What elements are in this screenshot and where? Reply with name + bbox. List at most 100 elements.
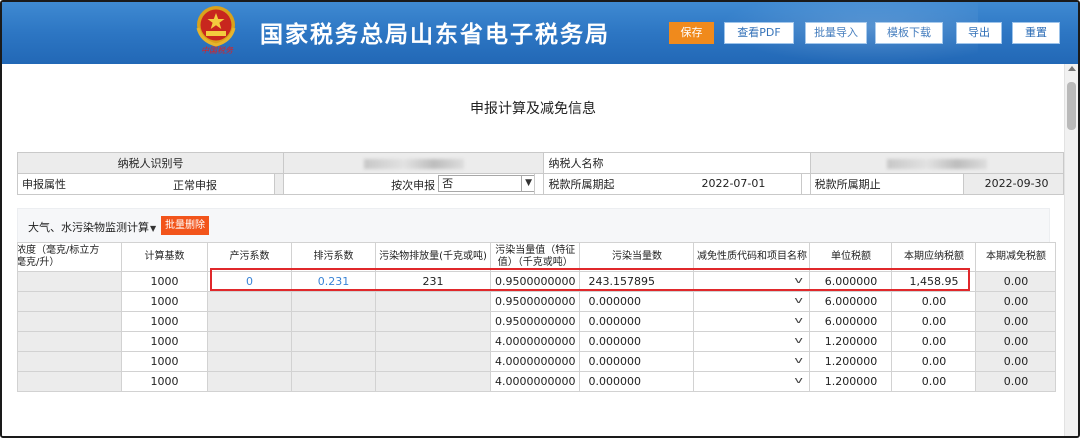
taxpayer-id-value	[283, 152, 545, 174]
equiv-value-cell: 4.0000000000	[489, 351, 581, 372]
relief-code-select[interactable]: v	[693, 271, 811, 292]
emit-coef-cell[interactable]	[291, 371, 376, 392]
save-button[interactable]: 保存	[669, 22, 714, 44]
chevron-down-icon: v	[794, 376, 804, 386]
export-button[interactable]: 导出	[956, 22, 1002, 44]
emit-coef-cell[interactable]	[291, 331, 376, 352]
taxpayer-name-label-text: 纳税人名称	[548, 157, 604, 170]
max-conc-cell[interactable]	[17, 371, 122, 392]
tax-relief-cell: 0.00	[975, 371, 1057, 392]
tax-relief-cell: 0.00	[975, 351, 1057, 372]
chevron-down-icon: v	[794, 296, 804, 306]
emit-coef-cell[interactable]	[291, 351, 376, 372]
col-equiv-value: 污染当量值（特征值）（千克或吨）	[489, 242, 581, 272]
relief-code-select[interactable]: v	[693, 331, 811, 352]
prod-coef-cell[interactable]	[207, 371, 292, 392]
emission-cell[interactable]	[375, 351, 491, 372]
emission-cell[interactable]	[375, 371, 491, 392]
col-unit-tax: 单位税额	[809, 242, 893, 272]
calc-base-cell[interactable]: 1000	[121, 351, 208, 372]
max-conc-cell[interactable]	[17, 271, 122, 292]
tax-due-cell: 0.00	[891, 291, 977, 312]
per-time-select[interactable]: 否 ▼	[438, 175, 534, 192]
relief-code-select[interactable]: v	[693, 311, 811, 332]
emission-cell[interactable]: 231	[375, 271, 491, 292]
table-header-row: 最高浓度（毫克/标立方米、毫克/升） 计算基数 产污系数 排污系数 污染物排放量…	[17, 242, 1057, 272]
template-download-button[interactable]: 模板下载	[875, 22, 943, 44]
period-start-value[interactable]: 2022-07-01	[701, 177, 765, 190]
period-end-label: 税款所属期止	[814, 178, 881, 191]
max-conc-cell[interactable]	[17, 351, 122, 372]
taxpayer-id-label: 纳税人识别号	[16, 152, 285, 174]
equiv-count-cell: 0.000000	[579, 311, 695, 332]
declare-attr-label: 申报属性	[22, 178, 66, 191]
col-tax-relief: 本期减免税额	[975, 242, 1057, 272]
batch-import-button[interactable]: 批量导入	[805, 22, 867, 44]
tax-due-cell: 1,458.95	[891, 271, 977, 292]
equiv-count-cell: 0.000000	[579, 371, 695, 392]
pollutant-calc-table: 最高浓度（毫克/标立方米、毫克/升） 计算基数 产污系数 排污系数 污染物排放量…	[17, 242, 1057, 392]
max-conc-cell[interactable]	[17, 291, 122, 312]
emit-coef-cell[interactable]: 0.231	[291, 271, 376, 292]
emission-cell[interactable]	[375, 291, 491, 312]
col-emission: 污染物排放量(千克或吨)	[375, 242, 491, 272]
scrollbar-thumb[interactable]	[1067, 82, 1076, 130]
vertical-scrollbar[interactable]	[1064, 64, 1078, 436]
relief-code-select[interactable]: v	[693, 291, 811, 312]
calc-base-cell[interactable]: 1000	[121, 371, 208, 392]
view-pdf-button[interactable]: 查看PDF	[724, 22, 794, 44]
info-gap-1	[274, 173, 285, 195]
emission-cell[interactable]	[375, 311, 491, 332]
emission-cell[interactable]	[375, 331, 491, 352]
unit-tax-cell: 6.000000	[809, 271, 893, 292]
tax-relief-cell: 0.00	[975, 311, 1057, 332]
batch-delete-button[interactable]: 批量删除	[161, 216, 209, 235]
caret-down-icon: ▼	[150, 224, 157, 233]
declare-attr-value: 正常申报	[173, 179, 217, 192]
prod-coef-cell[interactable]	[207, 311, 292, 332]
col-calc-base: 计算基数	[121, 242, 208, 272]
prod-coef-cell[interactable]	[207, 331, 292, 352]
info-gap-3	[800, 173, 811, 195]
relief-code-select[interactable]: v	[693, 351, 811, 372]
calc-base-cell[interactable]: 1000	[121, 331, 208, 352]
equiv-value-cell: 0.9500000000	[489, 271, 581, 292]
prod-coef-cell[interactable]	[207, 351, 292, 372]
table-row: 1000 0.9500000000 0.000000 v 6.000000 0.…	[17, 291, 1057, 312]
emit-coef-cell[interactable]	[291, 311, 376, 332]
unit-tax-cell: 1.200000	[809, 331, 893, 352]
section-title[interactable]: 大气、水污染物监测计算▼	[28, 219, 156, 235]
main-content: 申报计算及减免信息 纳税人识别号 纳税人名称 申报属性 正常申报 按次申报 否 …	[2, 64, 1065, 436]
site-header: 中国税务 国家税务总局山东省电子税务局 保存 查看PDF 批量导入 模板下载 导…	[2, 2, 1078, 64]
prod-coef-cell[interactable]: 0	[207, 271, 292, 292]
equiv-count-cell: 0.000000	[579, 351, 695, 372]
prod-coef-cell[interactable]	[207, 291, 292, 312]
scroll-up-arrow-icon[interactable]	[1068, 66, 1076, 71]
declare-attr-cell: 申报属性 正常申报	[16, 173, 276, 195]
col-tax-due: 本期应纳税额	[891, 242, 977, 272]
equiv-value-cell: 4.0000000000	[489, 371, 581, 392]
calc-base-cell[interactable]: 1000	[121, 291, 208, 312]
max-conc-cell[interactable]	[17, 311, 122, 332]
calc-base-cell[interactable]: 1000	[121, 311, 208, 332]
tax-due-cell: 0.00	[891, 351, 977, 372]
emit-coef-cell[interactable]	[291, 291, 376, 312]
table-row: 1000 4.0000000000 0.000000 v 1.200000 0.…	[17, 351, 1057, 372]
table-row: 1000 4.0000000000 0.000000 v 1.200000 0.…	[17, 371, 1057, 392]
tax-due-cell: 0.00	[891, 371, 977, 392]
calc-base-cell[interactable]: 1000	[121, 271, 208, 292]
col-equiv-count: 污染当量数	[579, 242, 695, 272]
col-prod-coef: 产污系数	[207, 242, 292, 272]
emblem-caption: 中国税务	[201, 46, 233, 55]
table-row: 1000 0.9500000000 0.000000 v 6.000000 0.…	[17, 311, 1057, 332]
equiv-count-cell: 0.000000	[579, 291, 695, 312]
period-end-value[interactable]: 2022-09-30	[985, 177, 1049, 190]
max-conc-cell[interactable]	[17, 331, 122, 352]
tax-relief-cell: 0.00	[975, 271, 1057, 292]
col-max-conc-text: 最高浓度（毫克/标立方米、毫克/升）	[17, 245, 100, 268]
reset-button[interactable]: 重置	[1012, 22, 1060, 44]
chevron-down-icon: v	[794, 276, 804, 286]
tax-relief-cell: 0.00	[975, 331, 1057, 352]
per-time-label: 按次申报	[391, 179, 436, 192]
relief-code-select[interactable]: v	[693, 371, 811, 392]
